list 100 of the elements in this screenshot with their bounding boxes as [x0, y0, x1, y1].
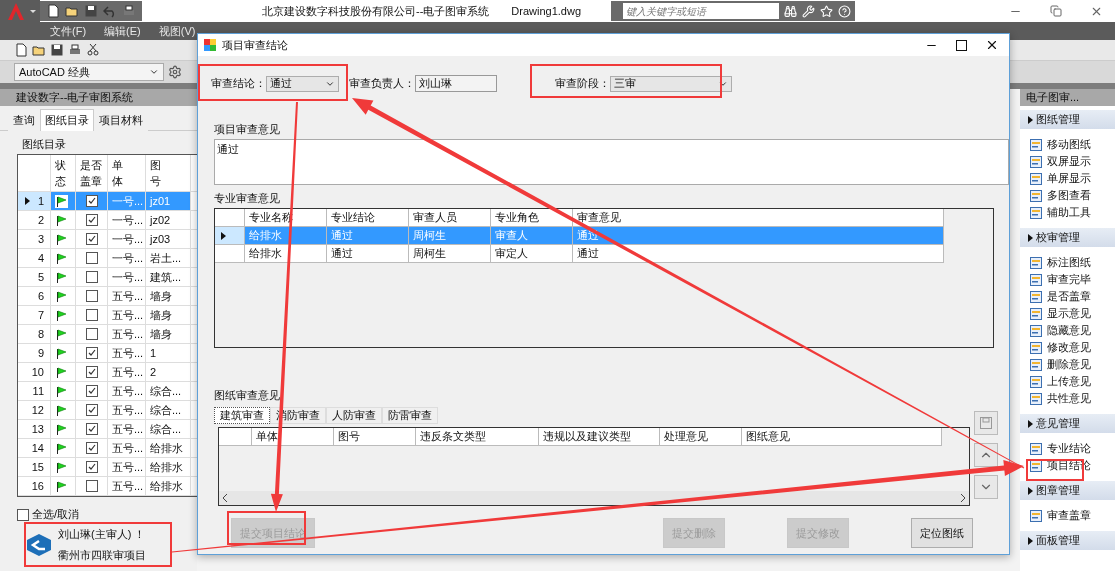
- document-icon: [1030, 206, 1042, 219]
- scrollbar[interactable]: [219, 491, 969, 505]
- flag-icon: [56, 347, 67, 359]
- column-header: 处理意见: [660, 428, 742, 446]
- table-cell: 五号...: [112, 345, 144, 361]
- row-number: 14: [31, 442, 44, 454]
- panel-item[interactable]: 标注图纸: [1047, 255, 1091, 270]
- new-file-icon[interactable]: [46, 4, 60, 18]
- panel-item[interactable]: 审查完毕: [1047, 272, 1091, 287]
- checkbox[interactable]: [85, 423, 98, 435]
- star-icon[interactable]: [820, 4, 834, 18]
- column-header: 专业角色: [491, 209, 573, 227]
- settings-icon[interactable]: [168, 65, 182, 79]
- checkbox[interactable]: [85, 328, 98, 340]
- corner-cell: [219, 428, 252, 446]
- column-header: 单体: [252, 428, 334, 446]
- checkbox[interactable]: [85, 442, 98, 454]
- checkbox[interactable]: [85, 480, 98, 492]
- new-file-icon[interactable]: [14, 43, 28, 57]
- row-header[interactable]: [215, 227, 245, 245]
- panel-item[interactable]: 是否盖章: [1047, 289, 1091, 304]
- panel-item[interactable]: 删除意见: [1047, 357, 1091, 372]
- checkbox[interactable]: [17, 508, 29, 521]
- column-header: 图号: [150, 157, 162, 189]
- restore-icon[interactable]: [1050, 4, 1062, 17]
- tab[interactable]: 人防审查: [326, 407, 382, 424]
- table-cell: 通过: [327, 227, 409, 245]
- help-icon[interactable]: [838, 4, 852, 18]
- table-cell: 五号...: [112, 440, 144, 456]
- document-icon: [1030, 189, 1042, 202]
- binoculars-icon[interactable]: [784, 4, 798, 18]
- save-icon[interactable]: [84, 4, 98, 18]
- checkbox[interactable]: [85, 214, 98, 226]
- menu-item[interactable]: 视图(V): [158, 23, 196, 39]
- field-label: 审查阶段：: [555, 76, 610, 91]
- document-icon: [1030, 273, 1042, 286]
- maximize-icon[interactable]: [956, 39, 967, 51]
- folder-icon[interactable]: [32, 43, 46, 57]
- row-number: 8: [37, 328, 44, 340]
- checkbox[interactable]: [85, 233, 98, 245]
- tab[interactable]: 图纸目录: [40, 109, 94, 131]
- checkbox[interactable]: [85, 309, 98, 321]
- panel-item[interactable]: 上传意见: [1047, 374, 1091, 389]
- app-icon: [204, 39, 216, 51]
- scissors-icon[interactable]: [86, 43, 100, 57]
- panel-item[interactable]: 隐藏意见: [1047, 323, 1091, 338]
- stage-dropdown[interactable]: 三审: [610, 75, 732, 92]
- tab[interactable]: 防雷审查: [382, 407, 438, 424]
- checkbox[interactable]: [85, 347, 98, 359]
- row-number: 12: [31, 404, 44, 416]
- down-button[interactable]: [974, 475, 998, 499]
- panel-item[interactable]: 共性意见: [1047, 391, 1091, 406]
- conclusion-dropdown[interactable]: 通过: [266, 75, 339, 92]
- checkbox[interactable]: [85, 195, 98, 207]
- panel-item[interactable]: 双屏显示: [1047, 154, 1091, 169]
- panel-item[interactable]: 单屏显示: [1047, 171, 1091, 186]
- action-button[interactable]: 定位图纸: [911, 518, 973, 548]
- search-field[interactable]: 键入关键字或短语: [623, 3, 780, 19]
- column-header: 单体: [112, 157, 124, 189]
- chevron-down-icon[interactable]: [149, 67, 159, 77]
- menu-item[interactable]: 编辑(E): [104, 23, 141, 39]
- checkbox[interactable]: [85, 290, 98, 302]
- print-icon[interactable]: [68, 43, 82, 57]
- table-cell: 审查人: [491, 227, 573, 245]
- table-cell: 五号...: [112, 459, 144, 475]
- group-label: 图纸目录: [21, 137, 67, 152]
- table-cell: 综合...: [150, 383, 182, 399]
- panel-item[interactable]: 审查盖章: [1047, 508, 1091, 523]
- flag-icon: [56, 271, 67, 283]
- panel-item[interactable]: 移动图纸: [1047, 137, 1091, 152]
- close-icon[interactable]: [985, 38, 999, 52]
- folder-icon[interactable]: [65, 4, 79, 18]
- reviewer-field[interactable]: 刘山琳: [415, 75, 497, 92]
- checkbox[interactable]: [85, 271, 98, 283]
- flag-icon: [56, 385, 67, 397]
- print-icon[interactable]: [122, 4, 136, 18]
- panel-item[interactable]: 显示意见: [1047, 306, 1091, 321]
- flag-icon: [56, 366, 67, 378]
- menu-item[interactable]: 文件(F): [50, 23, 87, 39]
- checkbox[interactable]: [85, 252, 98, 264]
- checkbox[interactable]: [85, 385, 98, 397]
- workspace-dropdown[interactable]: AutoCAD 经典: [14, 63, 164, 81]
- row-number: 7: [37, 309, 44, 321]
- opinion-field[interactable]: 通过: [214, 139, 1009, 185]
- panel-item[interactable]: 专业结论: [1047, 441, 1091, 456]
- wrench-icon[interactable]: [802, 4, 816, 18]
- save-icon[interactable]: [50, 43, 64, 57]
- checkbox[interactable]: [85, 366, 98, 378]
- column-header: 违反条文类型: [416, 428, 539, 446]
- flag-icon: [56, 328, 67, 340]
- panel-item[interactable]: 辅助工具: [1047, 205, 1091, 220]
- panel-item[interactable]: 多图查看: [1047, 188, 1091, 203]
- tab[interactable]: 建筑审查: [214, 407, 270, 424]
- panel-item[interactable]: 修改意见: [1047, 340, 1091, 355]
- checkbox[interactable]: [85, 461, 98, 473]
- column-header: 图纸意见: [742, 428, 942, 446]
- group-label: 项目审查意见: [214, 123, 280, 135]
- checkbox[interactable]: [85, 404, 98, 416]
- up-button[interactable]: [974, 443, 998, 467]
- table-cell: 五号...: [112, 364, 144, 380]
